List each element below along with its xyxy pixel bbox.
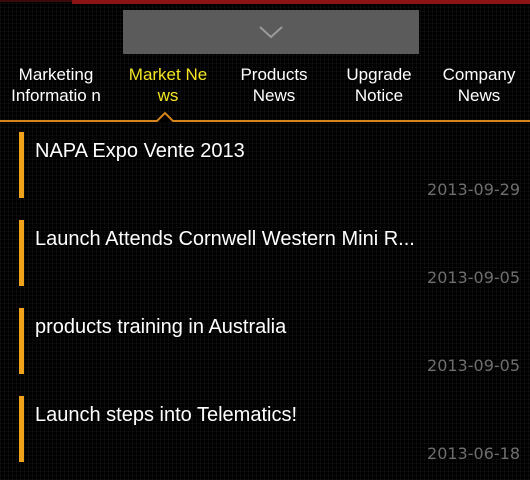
- tab-label: Upgrade Notice: [346, 65, 412, 105]
- news-item[interactable]: products training in Australia 2013-09-0…: [0, 298, 530, 386]
- news-title: Launch Attends Cornwell Western Mini R..…: [35, 228, 415, 250]
- active-tab-indicator: [155, 111, 175, 122]
- news-date: 2013-09-05: [427, 268, 520, 287]
- top-edge-line-left: [0, 0, 72, 2]
- news-title: products training in Australia: [35, 316, 287, 338]
- news-item[interactable]: Launch steps into Telematics! 2013-06-18: [0, 386, 530, 474]
- news-item[interactable]: NAPA Expo Vente 2013 2013-09-29: [0, 122, 530, 210]
- chevron-down-icon: [259, 26, 283, 39]
- pull-down-handle[interactable]: [123, 10, 419, 54]
- tab-marketing-information[interactable]: Marketing Informatio n: [0, 64, 112, 120]
- category-tabs: Marketing Informatio n Market Ne ws Prod…: [0, 64, 530, 120]
- tab-company-news[interactable]: Company News: [428, 64, 530, 120]
- news-item-bar: [19, 308, 24, 374]
- news-date: 2013-09-29: [427, 180, 520, 199]
- news-date: 2013-09-05: [427, 356, 520, 375]
- top-edge-line: [72, 0, 530, 4]
- tab-products-news[interactable]: Products News: [224, 64, 324, 120]
- tab-label: Products News: [240, 65, 308, 105]
- news-title: NAPA Expo Vente 2013: [35, 140, 245, 162]
- tab-label: Company News: [442, 65, 516, 105]
- tab-upgrade-notice[interactable]: Upgrade Notice: [326, 64, 432, 120]
- news-item-bar: [19, 396, 24, 462]
- tab-label: Market Ne ws: [128, 65, 208, 105]
- news-item[interactable]: Launch Attends Cornwell Western Mini R..…: [0, 210, 530, 298]
- news-item-bar: [19, 220, 24, 286]
- news-title: Launch steps into Telematics!: [35, 404, 298, 426]
- tab-label: Marketing Informatio n: [11, 65, 101, 105]
- news-date: 2013-06-18: [427, 444, 520, 463]
- news-item-bar: [19, 132, 24, 198]
